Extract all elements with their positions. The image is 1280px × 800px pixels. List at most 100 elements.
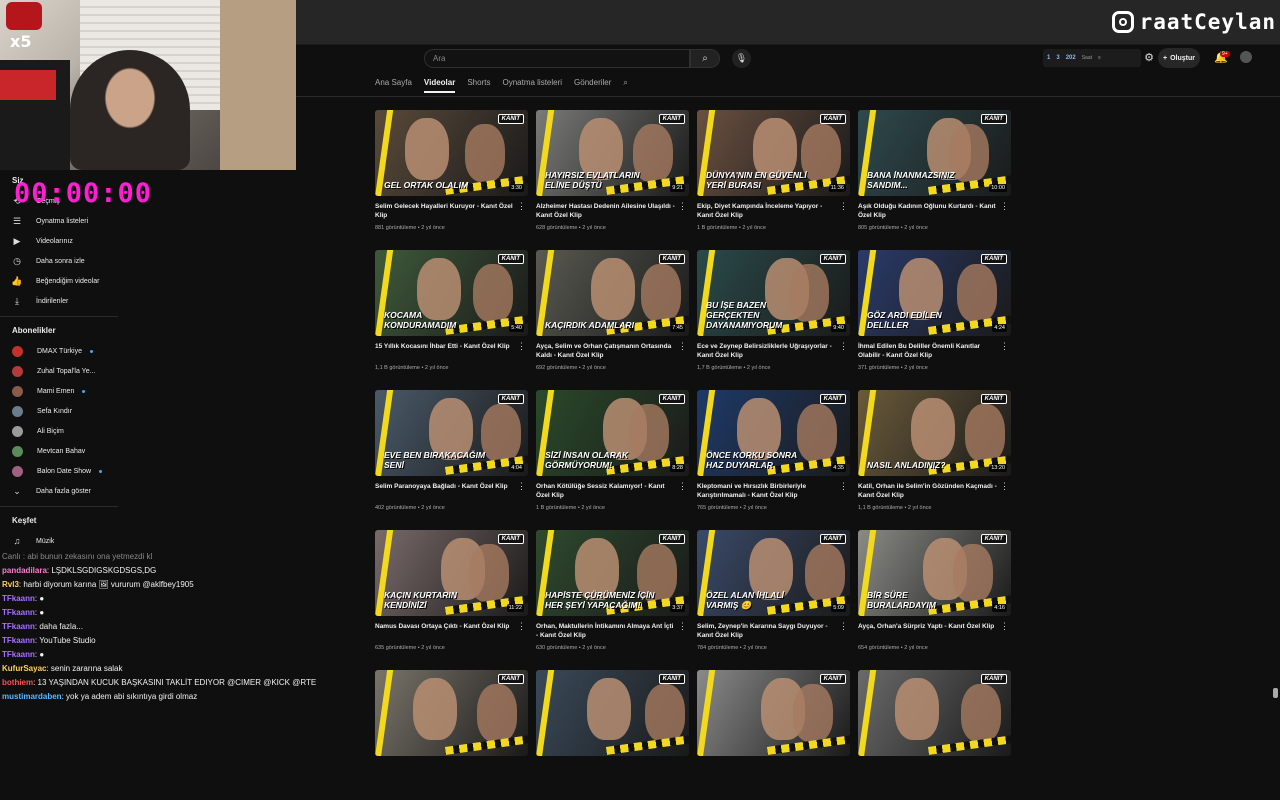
voice-search-button[interactable]: 🎙 — [732, 49, 751, 68]
sidebar-item-video[interactable]: ▶ Videolarınız — [12, 234, 73, 248]
video-card[interactable]: KANIT DÜNYA'NIN EN GÜVENLİ YERİ BURASI 11:… — [697, 110, 850, 240]
video-thumbnail[interactable]: KANIT ÖZEL ALAN İHLALİ VARMIŞ 😊 5:09 — [697, 530, 850, 616]
sidebar-subscription[interactable]: Balon Date Show — [12, 464, 103, 478]
video-card[interactable]: KANIT BU İŞE BAZEN GERÇEKTEN DAYANAMIYORU… — [697, 250, 850, 380]
search-button[interactable]: ⌕ — [690, 49, 720, 68]
video-title[interactable]: Aşık Olduğu Kadının Oğlunu Kurtardı - Ka… — [858, 202, 998, 220]
video-title[interactable]: Katil, Orhan ile Selim'in Gözünden Kaçma… — [858, 482, 998, 500]
video-thumbnail[interactable]: KANIT KOCAMA KONDURAMADIM 5:40 — [375, 250, 528, 336]
tab-shorts[interactable]: Shorts — [467, 78, 490, 93]
more-options-icon[interactable]: ⋮ — [1000, 202, 1009, 211]
tab-videolar[interactable]: Videolar — [423, 78, 456, 93]
chat-text: : senin zararına salak — [46, 664, 123, 673]
video-title[interactable]: Ayça, Orhan'a Sürpriz Yaptı - Kanıt Özel… — [858, 622, 998, 631]
settings-gear-icon[interactable]: ⚙ — [1142, 50, 1156, 64]
video-thumbnail[interactable]: KANIT SİZİ İNSAN OLARAK GÖRMÜYORUM! 8:28 — [536, 390, 689, 476]
video-card[interactable]: KANIT KAÇIN KURTARIN KENDİNİZİ 11:22 Namus … — [375, 530, 528, 660]
video-card[interactable]: KANIT — [697, 670, 850, 800]
video-thumbnail[interactable]: KANIT — [375, 670, 528, 756]
more-options-icon[interactable]: ⋮ — [678, 622, 687, 631]
video-title[interactable]: Orhan Kötülüğe Sessiz Kalamıyor! - Kanıt… — [536, 482, 676, 500]
video-thumbnail[interactable]: KANIT — [858, 670, 1011, 756]
avatar[interactable] — [1240, 51, 1252, 63]
video-card[interactable]: KANIT BİR SÜRE BURALARDAYIM 4:16 Ayça, Orha… — [858, 530, 1011, 660]
video-thumbnail[interactable]: KANIT KAÇIN KURTARIN KENDİNİZİ 11:22 — [375, 530, 528, 616]
sidebar-subscription[interactable]: DMAX Türkiye — [12, 344, 93, 358]
video-card[interactable]: KANIT KAÇIRDIK ADAMLARI 7:45 Ayça, Selim ve… — [536, 250, 689, 380]
search-input[interactable]: Ara — [424, 49, 690, 68]
sidebar-subscription[interactable]: Mami Emen — [12, 384, 86, 398]
sidebar-subscription[interactable]: Ali Biçim — [12, 424, 64, 438]
video-card[interactable]: KANIT KOCAMA KONDURAMADIM 5:40 15 Yıllık Ko… — [375, 250, 528, 380]
more-options-icon[interactable]: ⋮ — [839, 342, 848, 351]
more-options-icon[interactable]: ⋮ — [1000, 342, 1009, 351]
video-thumbnail[interactable]: KANIT HAPİSTE ÇÜRÜMENİZ İÇİN HER ŞEYİ YAP… — [536, 530, 689, 616]
video-title[interactable]: Alzheimer Hastası Dedenin Ailesine Ulaşı… — [536, 202, 676, 220]
video-card[interactable]: KANIT — [858, 670, 1011, 800]
more-options-icon[interactable]: ⋮ — [678, 342, 687, 351]
video-title[interactable]: Ekip, Diyet Kampında İnceleme Yapıyor - … — [697, 202, 837, 220]
video-card[interactable]: KANIT ÖNCE KORKU SONRA HAZ DUYARLAR 4:35 Kl… — [697, 390, 850, 520]
video-title[interactable]: Orhan, Maktullerin İntikamını Almaya Ant… — [536, 622, 676, 640]
video-card[interactable]: KANIT HAPİSTE ÇÜRÜMENİZ İÇİN HER ŞEYİ YAP… — [536, 530, 689, 660]
more-options-icon[interactable]: ⋮ — [678, 202, 687, 211]
more-options-icon[interactable]: ⋮ — [517, 482, 526, 491]
sidebar-item-clock[interactable]: ◷ Daha sonra izle — [12, 254, 85, 268]
more-options-icon[interactable]: ⋮ — [839, 202, 848, 211]
more-options-icon[interactable]: ⋮ — [1000, 622, 1009, 631]
more-options-icon[interactable]: ⋮ — [678, 482, 687, 491]
channel-search-icon[interactable]: ⌕ — [623, 78, 627, 93]
video-card[interactable]: KANIT SİZİ İNSAN OLARAK GÖRMÜYORUM! 8:28 Or… — [536, 390, 689, 520]
video-thumbnail[interactable]: KANIT HAYIRSIZ EVLATLARIN ELİNE DÜŞTÜ 9:21 — [536, 110, 689, 196]
video-thumbnail[interactable]: KANIT GÖZ ARDI EDİLEN DELİLLER 4:24 — [858, 250, 1011, 336]
video-title[interactable]: Kleptomani ve Hırsızlık Birbirleriyle Ka… — [697, 482, 837, 500]
create-button[interactable]: + Oluştur — [1158, 48, 1200, 68]
video-thumbnail[interactable]: KANIT BU İŞE BAZEN GERÇEKTEN DAYANAMIYORU… — [697, 250, 850, 336]
tab-ana-sayfa[interactable]: Ana Sayfa — [375, 78, 412, 93]
sidebar-item-music[interactable]: ♫ Müzik — [12, 534, 55, 548]
video-thumbnail[interactable]: KANIT BİR SÜRE BURALARDAYIM 4:16 — [858, 530, 1011, 616]
video-title[interactable]: Selim Paranoyaya Bağladı - Kanıt Özel Kl… — [375, 482, 515, 491]
video-title[interactable]: Namus Davası Ortaya Çıktı - Kanıt Özel K… — [375, 622, 515, 631]
sidebar-subscription[interactable]: Mevtcan Bahav — [12, 444, 85, 458]
more-options-icon[interactable]: ⋮ — [517, 342, 526, 351]
video-title[interactable]: Ayça, Selim ve Orhan Çatışmanın Ortasınd… — [536, 342, 676, 360]
video-card[interactable]: KANIT — [536, 670, 689, 800]
video-thumbnail[interactable]: KANIT GEL ORTAK OLALIM 3:30 — [375, 110, 528, 196]
video-card[interactable]: KANIT ÖZEL ALAN İHLALİ VARMIŞ 😊 5:09 Selim,… — [697, 530, 850, 660]
video-title[interactable]: Selim, Zeynep'in Kararına Saygı Duyuyor … — [697, 622, 837, 640]
sidebar-item-thumbs-up[interactable]: 👍 Beğendiğim videolar — [11, 274, 99, 288]
more-options-icon[interactable]: ⋮ — [839, 482, 848, 491]
video-card[interactable]: KANIT HAYIRSIZ EVLATLARIN ELİNE DÜŞTÜ 9:21… — [536, 110, 689, 240]
video-card[interactable]: KANIT GÖZ ARDI EDİLEN DELİLLER 4:24 İhmal E… — [858, 250, 1011, 380]
video-card[interactable]: KANIT GEL ORTAK OLALIM 3:30 Selim Gelecek H… — [375, 110, 528, 240]
tab-oynatma-listeleri[interactable]: Oynatma listeleri — [502, 78, 562, 93]
video-card[interactable]: KANIT — [375, 670, 528, 800]
scrollbar-thumb[interactable] — [1273, 688, 1278, 698]
video-thumbnail[interactable]: KANIT — [536, 670, 689, 756]
video-card[interactable]: KANIT BANA İNANMAZSINIZ SANDIM... 10:00 Aşı… — [858, 110, 1011, 240]
more-options-icon[interactable]: ⋮ — [839, 622, 848, 631]
video-thumbnail[interactable]: KANIT — [697, 670, 850, 756]
video-thumbnail[interactable]: KANIT ÖNCE KORKU SONRA HAZ DUYARLAR 4:35 — [697, 390, 850, 476]
sidebar-item-download[interactable]: ⤓ İndirilenler — [12, 294, 68, 308]
sidebar-subscription[interactable]: Sefa Kındır — [12, 404, 72, 418]
video-card[interactable]: KANIT NASIL ANLADINIZ? 13:20 Katil, Orhan i… — [858, 390, 1011, 520]
video-card[interactable]: KANIT EVE BEN BIRAKACAĞIM SENİ 4:04 Selim P… — [375, 390, 528, 520]
show-more-button[interactable]: ⌄ Daha fazla göster — [12, 484, 91, 498]
video-thumbnail[interactable]: KANIT EVE BEN BIRAKACAĞIM SENİ 4:04 — [375, 390, 528, 476]
sidebar-item-playlist[interactable]: ☰ Oynatma listeleri — [12, 214, 88, 228]
more-options-icon[interactable]: ⋮ — [517, 622, 526, 631]
video-thumbnail[interactable]: KANIT NASIL ANLADINIZ? 13:20 — [858, 390, 1011, 476]
video-title[interactable]: Ece ve Zeynep Belirsizliklerle Uğraşıyor… — [697, 342, 837, 360]
video-title[interactable]: 15 Yıllık Kocasını İhbar Etti - Kanıt Öz… — [375, 342, 515, 351]
tab-gönderiler[interactable]: Gönderiler — [574, 78, 611, 93]
video-thumbnail[interactable]: KANIT KAÇIRDIK ADAMLARI 7:45 — [536, 250, 689, 336]
sidebar-subscription[interactable]: Zuhal Topal'la Ye... — [12, 364, 95, 378]
video-thumbnail[interactable]: KANIT DÜNYA'NIN EN GÜVENLİ YERİ BURASI 11:… — [697, 110, 850, 196]
video-title[interactable]: Selim Gelecek Hayalleri Kuruyor - Kanıt … — [375, 202, 515, 220]
more-options-icon[interactable]: ⋮ — [517, 202, 526, 211]
video-thumbnail[interactable]: KANIT BANA İNANMAZSINIZ SANDIM... 10:00 — [858, 110, 1011, 196]
more-options-icon[interactable]: ⋮ — [1000, 482, 1009, 491]
video-title[interactable]: İhmal Edilen Bu Deliller Önemli Kanıtlar… — [858, 342, 998, 360]
